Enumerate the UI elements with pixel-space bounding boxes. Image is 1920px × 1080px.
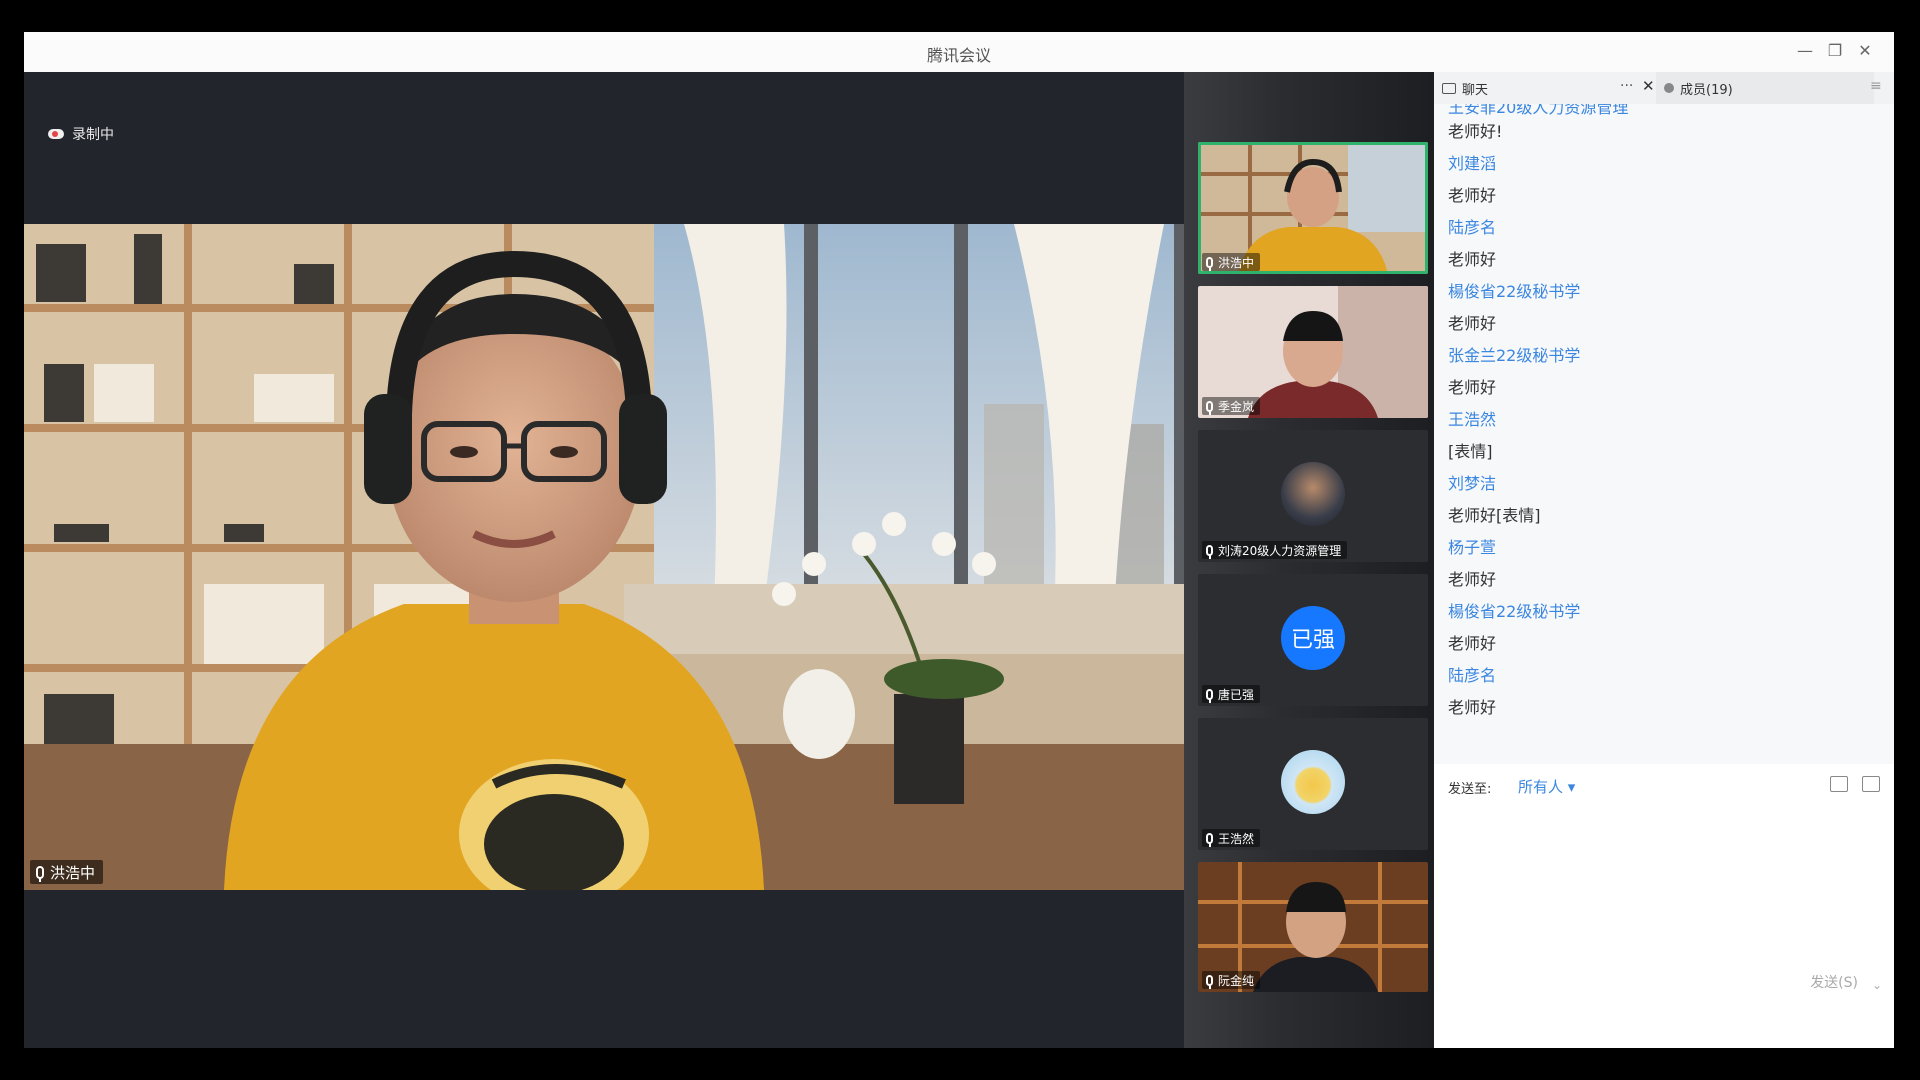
chat-sender: 张金兰22级秘书学	[1448, 346, 1581, 365]
chat-message: 老师好!	[1448, 122, 1503, 141]
tab-chat-label: 聊天	[1462, 82, 1489, 98]
chat-sender: 刘梦洁	[1448, 474, 1497, 493]
participant-name: 阮金纯	[1218, 973, 1255, 988]
tab-members-label: 成员(19)	[1680, 82, 1733, 98]
screenshot-icon[interactable]	[1862, 776, 1880, 792]
minimize-button[interactable]: —	[1794, 40, 1816, 62]
participant-tile[interactable]: 王浩然	[1198, 718, 1428, 850]
chat-bubble-icon	[1442, 82, 1456, 94]
microphone-icon	[1206, 832, 1213, 847]
send-to-select[interactable]: 所有人 ▾	[1518, 776, 1575, 797]
chat-message: 老师好[表情]	[1448, 506, 1541, 525]
chat-sender: 楊俊省22级秘书学	[1448, 282, 1581, 301]
meeting-window: 腾讯会议 — ❐ ✕ 录制中 洪浩中 洪浩中 季金岚 刘涛20级人力资源管理 已…	[24, 32, 1894, 1048]
menu-icon[interactable]: ≡	[1870, 78, 1882, 94]
maximize-button[interactable]: ❐	[1824, 40, 1846, 62]
microphone-icon	[1206, 400, 1213, 415]
main-video-frame	[24, 224, 1184, 890]
chat-sender: 王安菲20级人力资源管理	[1448, 104, 1629, 117]
participant-name: 洪浩中	[1218, 255, 1255, 270]
send-to-label: 发送至:	[1448, 782, 1492, 797]
chat-message: [表情]	[1448, 442, 1493, 461]
participant-strip: 洪浩中 季金岚 刘涛20级人力资源管理 已强 唐已强 王浩然 阮金纯	[1184, 72, 1434, 1048]
participant-name: 季金岚	[1218, 399, 1255, 414]
chat-message: 老师好	[1448, 314, 1497, 333]
participant-tile[interactable]: 阮金纯	[1198, 862, 1428, 992]
tab-chat[interactable]: 聊天	[1442, 72, 1488, 104]
main-speaker-tag: 洪浩中	[30, 860, 104, 884]
participant-label: 洪浩中	[1202, 253, 1261, 271]
chat-tab-bar: 聊天 ··· ✕ 成员(19) ≡	[1434, 72, 1894, 105]
title-bar: 腾讯会议 — ❐ ✕	[24, 32, 1894, 73]
close-chat-icon[interactable]: ✕	[1642, 77, 1655, 95]
recording-label: 录制中	[72, 127, 114, 143]
chat-input[interactable]: 发送(S) ⌄	[1434, 808, 1894, 1008]
participant-label: 季金岚	[1202, 397, 1261, 415]
tab-members[interactable]: 成员(19)	[1656, 72, 1874, 104]
chat-message: 老师好	[1448, 570, 1497, 589]
participant-tile[interactable]: 洪浩中	[1198, 142, 1428, 274]
chat-sender: 陆彦名	[1448, 666, 1497, 685]
send-button[interactable]: 发送(S)	[1810, 972, 1858, 992]
chat-sender: 王浩然	[1448, 410, 1497, 429]
main-speaker-name: 洪浩中	[50, 863, 96, 882]
microphone-icon	[36, 865, 44, 882]
main-speaker-video: 洪浩中	[24, 224, 1184, 890]
chat-message: 老师好	[1448, 378, 1497, 397]
participant-name: 唐已强	[1218, 687, 1255, 702]
image-upload-icon[interactable]	[1830, 776, 1848, 792]
participant-tile[interactable]: 刘涛20级人力资源管理	[1198, 430, 1428, 562]
chat-sender: 楊俊省22级秘书学	[1448, 602, 1581, 621]
microphone-icon	[1206, 974, 1213, 989]
chat-message: 老师好	[1448, 698, 1497, 717]
chat-sender: 陆彦名	[1448, 218, 1497, 237]
microphone-icon	[1206, 256, 1213, 271]
participant-tile[interactable]: 已强 唐已强	[1198, 574, 1428, 706]
compose-toolbar: 发送至: 所有人 ▾	[1434, 764, 1894, 808]
avatar	[1281, 462, 1345, 526]
microphone-icon	[1206, 688, 1213, 703]
microphone-icon	[1206, 544, 1213, 559]
participant-tile[interactable]: 季金岚	[1198, 286, 1428, 418]
chat-sender: 杨子萱	[1448, 538, 1497, 557]
send-options-icon[interactable]: ⌄	[1872, 978, 1882, 992]
cloud-record-icon	[48, 129, 64, 139]
member-icon	[1664, 83, 1674, 93]
more-options-icon[interactable]: ···	[1620, 78, 1633, 94]
participant-label: 王浩然	[1202, 829, 1261, 847]
participant-label: 刘涛20级人力资源管理	[1202, 541, 1348, 559]
participant-label: 唐已强	[1202, 685, 1261, 703]
chat-sender: 刘建滔	[1448, 154, 1497, 173]
main-video-area: 录制中 洪浩中	[24, 72, 1184, 1048]
text-avatar: 已强	[1281, 606, 1345, 670]
avatar	[1281, 750, 1345, 814]
participant-name: 王浩然	[1218, 831, 1255, 846]
chat-panel: 聊天 ··· ✕ 成员(19) ≡ 王安菲20级人力资源管理 老师好! 刘建滔 …	[1434, 72, 1894, 1048]
window-title: 腾讯会议	[926, 46, 991, 65]
participant-label: 阮金纯	[1202, 971, 1261, 989]
recording-indicator[interactable]: 录制中	[48, 124, 114, 144]
chat-message: 老师好	[1448, 186, 1497, 205]
chat-message-list[interactable]: 王安菲20级人力资源管理 老师好! 刘建滔 老师好 陆彦名 老师好 楊俊省22级…	[1434, 104, 1894, 764]
chat-message: 老师好	[1448, 250, 1497, 269]
close-button[interactable]: ✕	[1854, 40, 1876, 62]
chat-message: 老师好	[1448, 634, 1497, 653]
participant-name: 刘涛20级人力资源管理	[1218, 543, 1342, 558]
